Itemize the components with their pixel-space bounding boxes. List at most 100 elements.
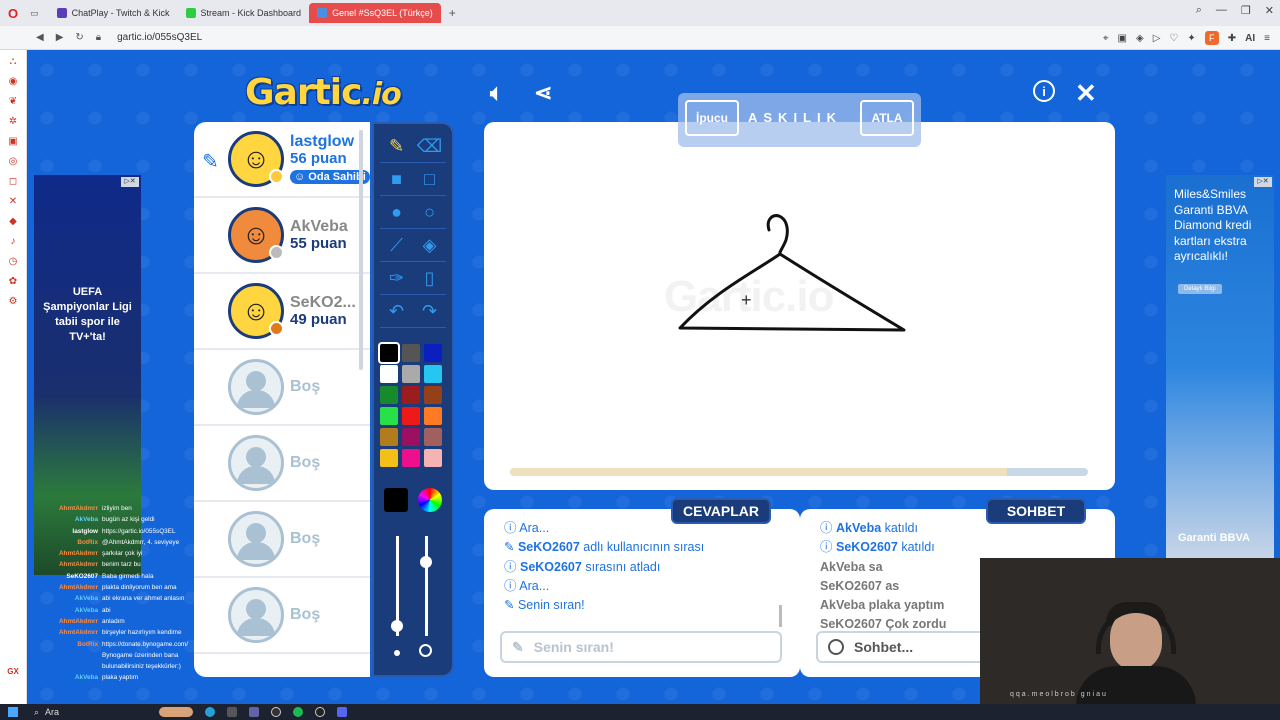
new-tab-button[interactable]: + <box>449 6 456 20</box>
sidebar-discord-icon[interactable]: ◆ <box>9 216 17 227</box>
fill-tool-icon[interactable]: ◈ <box>413 229 446 262</box>
taskbar-obs-icon[interactable] <box>271 707 282 717</box>
taskbar-app-icon[interactable] <box>227 707 238 717</box>
taskbar-discord-icon[interactable] <box>337 707 348 717</box>
taskbar-search[interactable]: ⌕ Ara <box>34 707 59 718</box>
tab-chatplay[interactable]: ChatPlay - Twitch & Kick <box>49 3 178 23</box>
color-swatch[interactable] <box>424 365 442 383</box>
sidebar-bug-icon[interactable]: ✿ <box>9 276 17 287</box>
color-swatch[interactable] <box>380 428 398 446</box>
color-swatch[interactable] <box>378 342 400 364</box>
message-user[interactable]: SeKO2607 <box>520 560 582 574</box>
empty-slot[interactable]: Boş <box>194 426 370 502</box>
taskbar-edge-icon[interactable] <box>205 707 216 717</box>
color-swatch[interactable] <box>380 407 398 425</box>
message-user[interactable]: SeKO2607 <box>836 540 898 554</box>
sidebar-x-icon[interactable]: ✕ <box>9 196 17 207</box>
lucid-icon[interactable]: ◈ <box>1136 33 1144 44</box>
tab-gartic[interactable]: Genel #SsQ3EL (Türkçe) <box>309 3 441 23</box>
sidebar-instagram-icon[interactable]: ◻ <box>9 176 17 187</box>
color-swatch[interactable] <box>402 449 420 467</box>
color-swatch[interactable] <box>402 365 420 383</box>
puzzle-icon[interactable]: ✚ <box>1228 33 1236 44</box>
color-swatch[interactable] <box>402 428 420 446</box>
opera-logo-icon[interactable]: O <box>8 6 18 21</box>
info-icon[interactable]: i <box>1033 80 1055 102</box>
message-user[interactable]: AkVeba <box>820 598 865 612</box>
brush-size-slider[interactable] <box>391 536 403 636</box>
eraser-tool-icon[interactable]: ⌫ <box>413 130 446 163</box>
sidebar-music-icon[interactable]: ♪ <box>11 236 16 247</box>
profile-icon[interactable]: F <box>1204 31 1219 45</box>
forward-icon[interactable]: ▶ <box>56 32 64 43</box>
sidebar-settings-icon[interactable]: ⚙ <box>9 296 18 307</box>
player-row[interactable]: ☺ SeKO2... 49 puan <box>194 274 370 350</box>
extension-icon[interactable]: ✦ <box>1187 33 1195 44</box>
sidebar-twitch-icon[interactable]: ▣ <box>8 136 17 147</box>
filled-rect-tool-icon[interactable]: ■ <box>380 163 413 196</box>
url-field[interactable]: gartic.io/055sQ3EL <box>117 32 202 43</box>
ad-close-icon[interactable]: ▷✕ <box>121 177 139 187</box>
ad-close-icon[interactable]: ▷✕ <box>1254 177 1272 187</box>
skip-button[interactable]: ATLA <box>860 100 914 136</box>
color-swatch[interactable] <box>380 365 398 383</box>
message-user[interactable]: AkVeba <box>836 521 881 535</box>
color-swatch[interactable] <box>380 386 398 404</box>
back-icon[interactable]: ◀ <box>36 32 44 43</box>
sidebar-gx-icon[interactable]: GX <box>7 667 19 676</box>
redo-tool-icon[interactable]: ↷ <box>413 295 446 328</box>
ad-details-button[interactable]: Detaylı Bilgi <box>1178 283 1222 294</box>
player-row[interactable]: ☺ AkVeba 55 puan <box>194 198 370 274</box>
sidebar-history-icon[interactable]: ◷ <box>9 256 18 267</box>
opacity-slider[interactable] <box>420 536 432 636</box>
rect-tool-icon[interactable]: □ <box>413 163 446 196</box>
windows-start-icon[interactable] <box>8 707 18 717</box>
eyedropper-tool-icon[interactable]: ✑ <box>380 262 413 295</box>
bookmark-icon[interactable]: ⌖ <box>1103 33 1109 44</box>
filled-circle-tool-icon[interactable]: ● <box>380 196 413 229</box>
maximize-button[interactable]: ❐ <box>1241 4 1251 17</box>
color-swatch[interactable] <box>424 344 442 362</box>
color-swatch[interactable] <box>402 407 420 425</box>
pencil-tool-icon[interactable]: ✎ <box>380 130 413 163</box>
aria-ai-button[interactable]: AI <box>1245 33 1255 44</box>
color-wheel-icon[interactable] <box>418 488 442 512</box>
message-user[interactable]: SeKO2607 <box>820 579 882 593</box>
taskbar-spotify-icon[interactable] <box>293 707 304 717</box>
taskbar-widget-icon[interactable] <box>159 707 194 717</box>
hint-button[interactable]: İpucu <box>685 100 739 136</box>
sidebar-whatsapp-icon[interactable]: ◎ <box>9 156 18 167</box>
clear-page-tool-icon[interactable]: ▯ <box>413 262 446 295</box>
tab-kick-dashboard[interactable]: Stream - Kick Dashboard <box>178 3 310 23</box>
snapshot-icon[interactable]: ▣ <box>1118 33 1127 44</box>
color-swatch[interactable] <box>380 449 398 467</box>
sidebar-aria-icon[interactable]: ◉ <box>9 76 18 87</box>
drawing-canvas[interactable]: Gartic.io + <box>484 122 1115 490</box>
message-user[interactable]: SeKO2607 <box>820 617 882 631</box>
taskbar-obs2-icon[interactable] <box>315 707 326 717</box>
player-icon[interactable]: ▷ <box>1153 33 1161 44</box>
close-icon[interactable]: ✕ <box>1075 78 1097 109</box>
line-tool-icon[interactable]: ⟋ <box>380 229 413 262</box>
undo-tool-icon[interactable]: ↶ <box>380 295 413 328</box>
player-list-scrollbar[interactable] <box>359 130 363 370</box>
color-swatch[interactable] <box>424 407 442 425</box>
reload-icon[interactable]: ↻ <box>75 32 83 43</box>
menu-icon[interactable]: ≡ <box>1264 33 1270 44</box>
circle-tool-icon[interactable]: ○ <box>413 196 446 229</box>
sidebar-gift-icon[interactable]: ❦ <box>9 96 17 107</box>
color-swatch[interactable] <box>424 386 442 404</box>
color-swatch[interactable] <box>424 428 442 446</box>
share-icon[interactable]: ⋖ <box>534 80 552 106</box>
color-swatch[interactable] <box>424 449 442 467</box>
sidebar-mod-icon[interactable]: ✲ <box>9 116 17 127</box>
search-icon[interactable]: ⌕ <box>1196 4 1202 17</box>
close-window-button[interactable]: ✕ <box>1265 4 1274 17</box>
answers-scrollbar[interactable] <box>779 605 782 627</box>
empty-slot[interactable]: Boş <box>194 350 370 426</box>
sidebar-shop-icon[interactable]: ⛬ <box>10 56 17 67</box>
message-user[interactable]: AkVeba <box>820 560 865 574</box>
taskbar-teams-icon[interactable] <box>249 707 260 717</box>
sound-icon[interactable]: 🔈︎ <box>490 80 503 106</box>
ad-banner-right[interactable]: ▷✕ Miles&Smiles Garanti BBVA Diamond kre… <box>1166 175 1274 560</box>
